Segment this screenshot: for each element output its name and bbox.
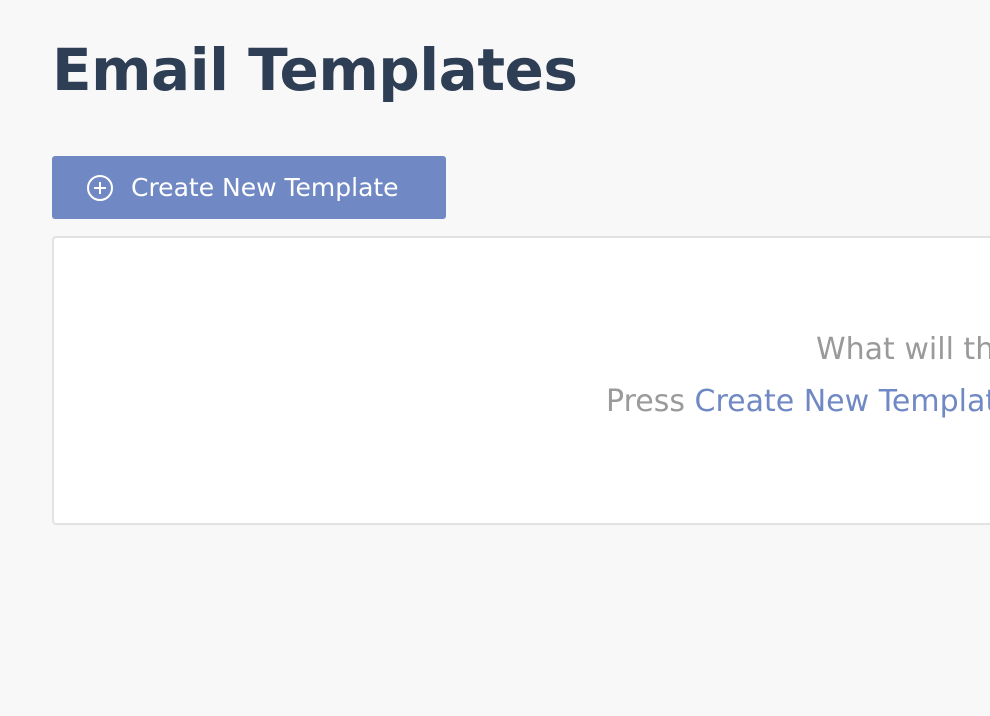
empty-state-question: What will th bbox=[816, 332, 990, 367]
email-templates-page: Email Templates Create New Template What… bbox=[0, 0, 990, 716]
create-new-template-button[interactable]: Create New Template bbox=[52, 156, 446, 219]
create-new-template-link[interactable]: Create New Templat bbox=[695, 384, 990, 419]
empty-state-instruction: Press Create New Templat bbox=[606, 382, 990, 422]
empty-state-prefix: Press bbox=[606, 384, 695, 419]
templates-empty-panel: What will th Press Create New Templat bbox=[52, 236, 990, 525]
create-button-label: Create New Template bbox=[131, 173, 399, 202]
page-title: Email Templates bbox=[52, 36, 578, 104]
plus-circle-icon bbox=[85, 173, 115, 203]
